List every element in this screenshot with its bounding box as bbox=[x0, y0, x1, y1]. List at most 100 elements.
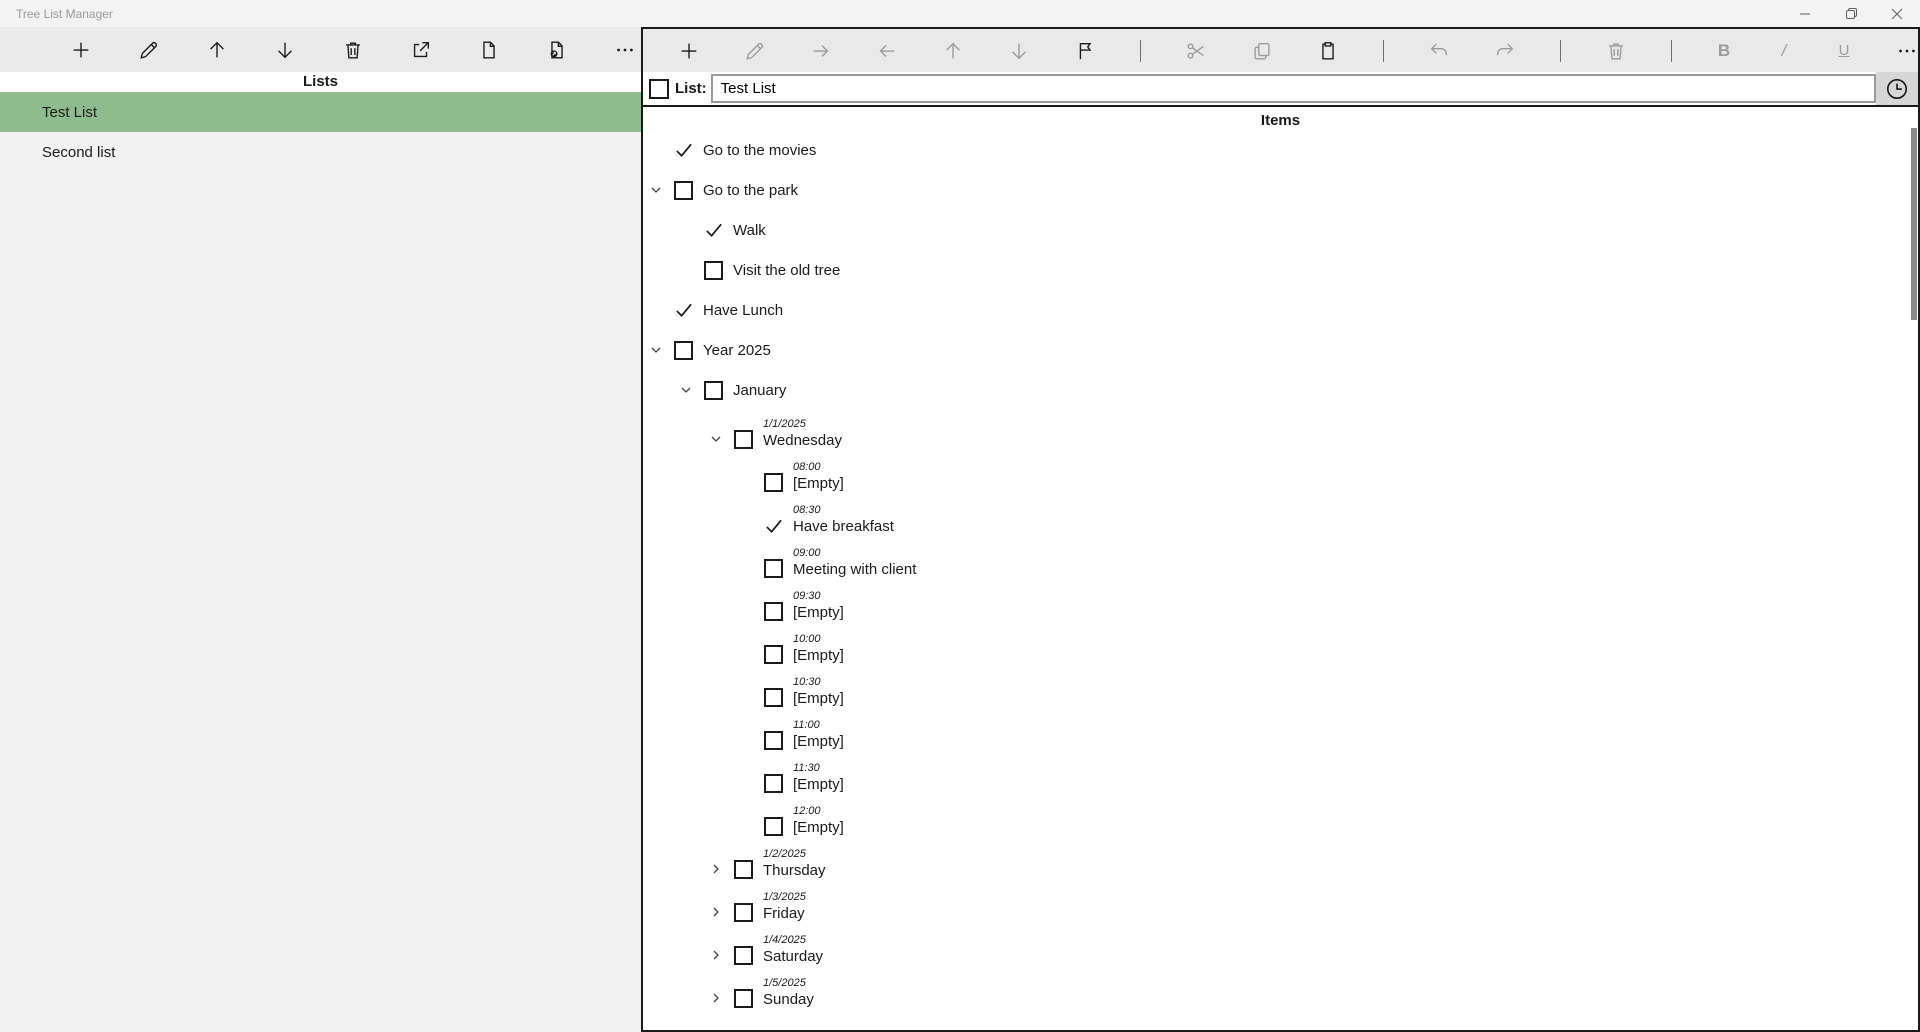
list-item-selected[interactable]: Test List bbox=[0, 92, 641, 132]
close-icon bbox=[1891, 8, 1903, 20]
checkbox[interactable] bbox=[764, 645, 783, 664]
checkbox[interactable] bbox=[764, 774, 783, 793]
tree-item[interactable]: 11:00[Empty] bbox=[643, 711, 1918, 754]
delete-list-button[interactable] bbox=[341, 38, 365, 62]
checkmark-icon[interactable] bbox=[704, 221, 723, 240]
close-button[interactable] bbox=[1874, 0, 1920, 27]
bold-button[interactable]: B bbox=[1716, 39, 1732, 63]
list-checkbox[interactable] bbox=[649, 79, 669, 99]
scissors-icon bbox=[1185, 40, 1207, 62]
edit-item-button[interactable] bbox=[744, 39, 766, 63]
trash-icon bbox=[1605, 40, 1627, 62]
tree-item[interactable]: Visit the old tree bbox=[643, 250, 1918, 290]
add-item-button[interactable] bbox=[678, 39, 700, 63]
lists-panel-title: Lists bbox=[0, 72, 641, 92]
paste-icon bbox=[1317, 40, 1339, 62]
checkbox[interactable] bbox=[734, 430, 753, 449]
tree-item[interactable]: 1/4/2025Saturday bbox=[643, 926, 1918, 969]
checkbox[interactable] bbox=[734, 860, 753, 879]
item-label: Walk bbox=[733, 221, 766, 240]
move-list-up-button[interactable] bbox=[205, 38, 229, 62]
share-list-button[interactable] bbox=[409, 38, 433, 62]
outdent-item-button[interactable] bbox=[876, 39, 898, 63]
new-file-button[interactable] bbox=[477, 38, 501, 62]
restore-button[interactable] bbox=[1828, 0, 1874, 27]
tree-item-text: 1/5/2025Sunday bbox=[763, 976, 814, 1009]
tree-item[interactable]: 1/1/2025Wednesday bbox=[643, 410, 1918, 453]
checkbox[interactable] bbox=[764, 688, 783, 707]
move-item-down-button[interactable] bbox=[1008, 39, 1030, 63]
tree-item-text: 11:00[Empty] bbox=[793, 718, 844, 751]
checkmark-icon[interactable] bbox=[764, 516, 783, 535]
delete-item-button[interactable] bbox=[1605, 39, 1627, 63]
chevron-right-icon[interactable] bbox=[710, 863, 734, 875]
item-label: Go to the park bbox=[703, 181, 798, 200]
items-scrollbar-thumb[interactable] bbox=[1911, 128, 1917, 320]
tree-item[interactable]: 1/3/2025Friday bbox=[643, 883, 1918, 926]
tree-item[interactable]: 08:00[Empty] bbox=[643, 453, 1918, 496]
tree-item[interactable]: Go to the park bbox=[643, 170, 1918, 210]
tree-item[interactable]: 09:00Meeting with client bbox=[643, 539, 1918, 582]
tree-item[interactable]: Have Lunch bbox=[643, 290, 1918, 330]
export-file-button[interactable] bbox=[545, 38, 569, 62]
move-item-up-button[interactable] bbox=[942, 39, 964, 63]
flag-icon bbox=[1074, 40, 1096, 62]
reminder-clock-button[interactable] bbox=[1884, 76, 1910, 102]
window-title: Tree List Manager bbox=[0, 7, 1782, 21]
chevron-down-icon[interactable] bbox=[650, 344, 674, 356]
tree-item[interactable]: 12:00[Empty] bbox=[643, 797, 1918, 840]
minimize-button[interactable] bbox=[1782, 0, 1828, 27]
paste-button[interactable] bbox=[1317, 39, 1339, 63]
checkbox[interactable] bbox=[764, 817, 783, 836]
tree-item[interactable]: 11:30[Empty] bbox=[643, 754, 1918, 797]
chevron-right-icon[interactable] bbox=[710, 992, 734, 1004]
checkbox[interactable] bbox=[764, 731, 783, 750]
tree-item[interactable]: Walk bbox=[643, 210, 1918, 250]
checkbox[interactable] bbox=[764, 473, 783, 492]
list-name-input[interactable] bbox=[711, 74, 1876, 103]
tree-item[interactable]: 10:30[Empty] bbox=[643, 668, 1918, 711]
checkbox[interactable] bbox=[764, 559, 783, 578]
list-item[interactable]: Second list bbox=[0, 132, 641, 172]
undo-icon bbox=[1428, 40, 1450, 62]
chevron-right-icon[interactable] bbox=[710, 906, 734, 918]
checkbox[interactable] bbox=[764, 602, 783, 621]
checkbox[interactable] bbox=[674, 341, 693, 360]
tree-item[interactable]: Year 2025 bbox=[643, 330, 1918, 370]
chevron-right-icon[interactable] bbox=[710, 949, 734, 961]
tree-item[interactable]: 08:30Have breakfast bbox=[643, 496, 1918, 539]
tree-item[interactable]: 1/2/2025Thursday bbox=[643, 840, 1918, 883]
more-lists-button[interactable] bbox=[613, 38, 637, 62]
undo-button[interactable] bbox=[1428, 39, 1450, 63]
checkmark-icon[interactable] bbox=[674, 141, 693, 160]
redo-button[interactable] bbox=[1494, 39, 1516, 63]
indent-item-button[interactable] bbox=[810, 39, 832, 63]
tree-item[interactable]: Go to the movies bbox=[643, 130, 1918, 170]
tree-item-text: 11:30[Empty] bbox=[793, 761, 844, 794]
more-items-button[interactable] bbox=[1896, 39, 1918, 63]
edit-list-button[interactable] bbox=[137, 38, 161, 62]
tree-item[interactable]: 1/5/2025Sunday bbox=[643, 969, 1918, 1012]
move-list-down-button[interactable] bbox=[273, 38, 297, 62]
checkmark-icon[interactable] bbox=[674, 301, 693, 320]
checkbox[interactable] bbox=[734, 989, 753, 1008]
checkbox[interactable] bbox=[704, 261, 723, 280]
cut-button[interactable] bbox=[1185, 39, 1207, 63]
checkbox[interactable] bbox=[704, 381, 723, 400]
checkbox[interactable] bbox=[734, 946, 753, 965]
chevron-down-icon[interactable] bbox=[650, 184, 674, 196]
chevron-down-icon[interactable] bbox=[680, 384, 704, 396]
italic-button[interactable]: / bbox=[1776, 39, 1792, 63]
underline-button[interactable]: U bbox=[1836, 39, 1852, 63]
trash-icon bbox=[342, 39, 364, 61]
tree-item[interactable]: January bbox=[643, 370, 1918, 410]
tree-item[interactable]: 09:30[Empty] bbox=[643, 582, 1918, 625]
add-list-button[interactable] bbox=[69, 38, 93, 62]
checkbox[interactable] bbox=[674, 181, 693, 200]
tree-item[interactable]: 10:00[Empty] bbox=[643, 625, 1918, 668]
checkbox[interactable] bbox=[734, 903, 753, 922]
chevron-down-icon[interactable] bbox=[710, 433, 734, 445]
copy-button[interactable] bbox=[1251, 39, 1273, 63]
tree-item[interactable]: 1/6/2025 bbox=[643, 1012, 1918, 1030]
flag-item-button[interactable] bbox=[1074, 39, 1096, 63]
